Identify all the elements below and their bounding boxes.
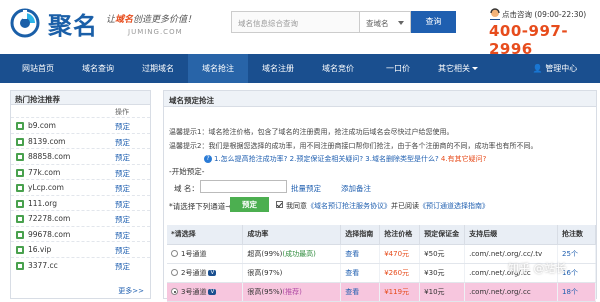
faq-link-1[interactable]: 1.怎么提高抢注成功率? [214,155,287,163]
nav-user-center[interactable]: 👤 管理中心 [520,54,590,83]
customer-service-icon[interactable] [489,8,501,20]
list-item: 72278.com 预定 [11,210,150,226]
list-item: 77k.com 预定 [11,163,150,180]
reserve-link[interactable]: 预定 [115,168,130,179]
tip-2: 温馨提示2：我们是根据您选择的成功率，用不同注册商接口帮你们抢注，由于各个注册商… [169,142,538,150]
guide-link[interactable]: 查看 [340,244,381,264]
reserve-link[interactable]: 预定 [115,214,130,225]
channel-radio[interactable] [171,250,178,257]
header: 聚名 让域名创造更多价值！ JUMING.COM 域名信息综合查询 查域名 查询… [0,0,600,58]
reserve-link[interactable]: 预定 [115,245,130,256]
table-header: *请选择 成功率 选择指南 抢注价格 预定保证金 支持后缀 抢注数 [167,225,596,245]
search-type-select[interactable]: 查域名 [359,11,411,33]
nav-domain-search[interactable]: 域名查询 [68,54,128,83]
more-link[interactable]: 更多>> [118,286,144,296]
add-note-link[interactable]: 添加备注 [341,183,371,194]
nav-others[interactable]: 其它相关 [428,54,488,83]
domain-icon [16,230,24,239]
nav-domain-register[interactable]: 域名注册 [248,54,308,83]
phone-number: 400-997-2996 [489,22,569,58]
list-item: 8139.com 预定 [11,132,150,149]
reserve-button[interactable]: 预定 [230,197,269,212]
juming-logo-icon[interactable] [10,8,40,38]
faq-link-2[interactable]: 2.预定保证金相关疑问? [290,155,363,163]
reserve-section-label: -开始预定- [169,167,205,176]
reserve-link[interactable]: 预定 [115,152,130,163]
list-item: 88858.com 预定 [11,148,150,164]
reserve-link[interactable]: 预定 [115,230,130,241]
choose-channel-label: *请选择下列通道→ [169,202,232,211]
list-item: 16.vip 预定 [11,241,150,257]
search-button[interactable]: 查询 [411,11,456,33]
reserve-link[interactable]: 预定 [115,261,130,272]
watermark: 知乎 @站长 [508,262,567,275]
vip-badge: V [208,288,217,295]
nav-domain-snapping[interactable]: 域名抢注 [188,54,248,83]
search-input[interactable]: 域名信息综合查询 [231,11,360,33]
vip-badge: V [208,269,217,276]
nav-domain-auction[interactable]: 域名竞价 [308,54,368,83]
batch-reserve-link[interactable]: 批量预定 [291,183,321,194]
domain-icon [16,246,24,254]
list-item: b9.com 预定 [11,117,150,133]
guide-link[interactable]: 查看 [340,263,381,283]
user-icon: 👤 [532,64,546,73]
domain-icon [16,184,24,192]
list-item: yLcp.com 预定 [11,179,150,195]
domain-icon [16,261,24,270]
agreement-link[interactable]: 《域名预订抢注服务协议》 [307,202,391,210]
list-item: 99678.com 预定 [11,225,150,242]
channel-radio[interactable] [171,269,178,276]
reserve-link[interactable]: 预定 [115,183,130,194]
panel-title: 域名预定抢注 [164,91,596,107]
list-item: 111.org 预定 [11,194,150,211]
domain-icon [16,153,24,161]
list-item: 3377.cc 预定 [11,256,150,273]
nav-expired-domains[interactable]: 过期域名 [128,54,188,83]
service-hours-label[interactable]: 点击咨询 (09:00-22:30) [502,9,586,20]
nav-home[interactable]: 网站首页 [8,54,68,83]
question-icon: ? [204,155,212,163]
agree-checkbox[interactable] [276,201,283,208]
panel-title: 热门抢注推荐 [11,91,150,105]
hot-snapping-panel: 热门抢注推荐 操作 b9.com 预定 8139.com 预定 88858.com 预… [10,90,151,299]
domain-icon [16,122,24,130]
domain-icon [16,215,24,223]
domain-input[interactable] [200,180,287,193]
main-nav: 网站首页 域名查询 过期域名 域名抢注 域名注册 域名竞价 一口价 其它相关 👤… [0,54,600,83]
faq-link-4[interactable]: 4.有其它疑问? [441,155,486,163]
tip-1: 温馨提示1：域名抢注价格，包含了域名的注册费用，抢注成功后域名会尽快过户给您使用… [169,128,454,136]
domain-label: 域 名： [174,184,199,193]
channel-radio[interactable] [171,288,178,295]
faq-links: ? 1.怎么提高抢注成功率? 2.预定保证金相关疑问? 3.域名删除类型是什么? … [204,154,486,164]
logo-name: 聚名 [48,11,98,40]
reserve-link[interactable]: 预定 [115,137,130,148]
slogan: 让域名创造更多价值！ [106,15,197,25]
guide-link[interactable]: 《预订通道选择指南》 [419,202,489,210]
domain-icon [16,199,24,208]
panel-columns: 操作 [115,108,129,116]
guide-link[interactable]: 查看 [340,282,381,302]
table-row-selected[interactable]: 3号通道 V 很高(95%)(推荐) 查看 ¥119元 ¥10元 .com/.ne… [167,282,596,302]
agree-text: 我同意《域名预订抢注服务协议》并已阅读《预订通道选择指南》 [286,202,489,210]
domain-icon [16,137,24,146]
faq-link-3[interactable]: 3.域名删除类型是什么? [365,155,438,163]
chevron-down-icon [472,67,478,73]
reserve-link[interactable]: 预定 [115,121,130,132]
nav-fixed-price[interactable]: 一口价 [368,54,428,83]
reserve-link[interactable]: 预定 [115,199,130,210]
logo-url: JUMING.COM [128,28,183,36]
domain-icon [16,168,24,177]
